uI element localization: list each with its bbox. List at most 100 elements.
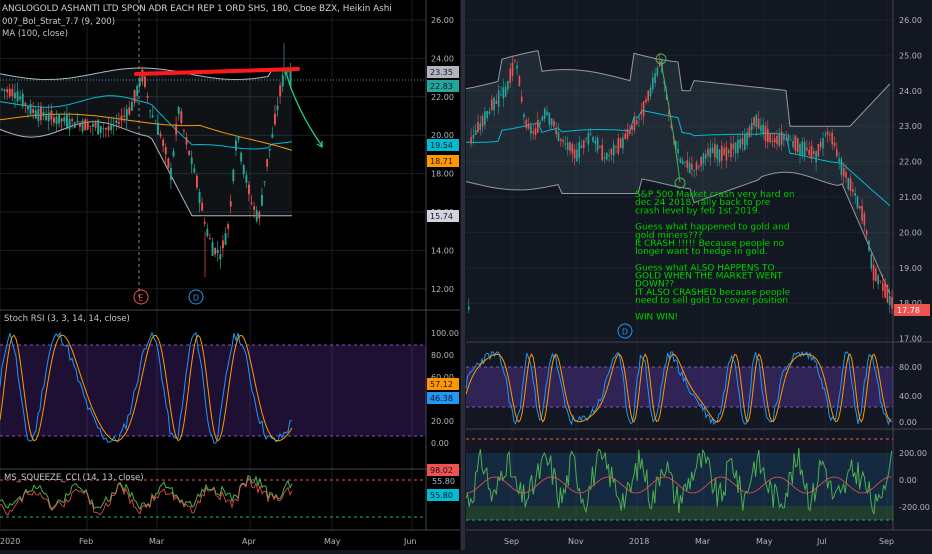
right-candle xyxy=(792,141,794,148)
right-candle xyxy=(468,306,470,310)
right-candle xyxy=(493,97,495,111)
right-candle xyxy=(847,177,850,190)
right-candle xyxy=(829,134,831,136)
right-candle xyxy=(654,73,656,83)
left-candle xyxy=(266,159,269,167)
dividend-marker-label: D xyxy=(193,294,199,303)
right-time-tick: Nov xyxy=(568,537,584,546)
right-candle xyxy=(875,268,877,281)
right-cci-tick: 200.00 xyxy=(899,449,927,458)
right-candle xyxy=(840,158,843,175)
right-candle xyxy=(520,96,523,102)
right-candle xyxy=(647,90,649,101)
annotation-line: longer want to hedge in gold. xyxy=(635,247,768,257)
left-candle xyxy=(34,110,37,119)
left-candle xyxy=(47,112,50,122)
left-candle xyxy=(183,130,185,132)
left-candle xyxy=(216,249,219,254)
left-stoch-tick: 80.00 xyxy=(431,351,454,360)
left-candle xyxy=(24,102,27,106)
left-candle xyxy=(55,116,58,124)
right-candle xyxy=(576,149,578,162)
left-price-badge: 23.35 xyxy=(430,68,453,77)
left-candle xyxy=(154,123,157,125)
right-candle xyxy=(594,140,597,144)
right-candle xyxy=(801,141,804,155)
right-candle xyxy=(514,59,516,61)
left-candle xyxy=(8,88,11,97)
right-candle xyxy=(872,264,875,281)
left-candle xyxy=(32,109,35,113)
stoch-rsi-label[interactable]: Stoch RSI (3, 3, 14, 14, close) xyxy=(4,314,130,324)
left-price-tick: 22.00 xyxy=(431,93,454,102)
right-candle xyxy=(794,135,797,151)
right-candle xyxy=(495,100,498,104)
left-candle xyxy=(45,115,48,121)
indicator-ma-label[interactable]: MA (100, close) xyxy=(2,29,68,39)
left-candle xyxy=(201,202,204,211)
left-candle xyxy=(279,85,282,97)
left-time-tick: May xyxy=(324,537,341,546)
right-candle xyxy=(479,123,482,130)
right-candle xyxy=(564,143,567,145)
left-candle xyxy=(27,106,29,110)
left-candle xyxy=(167,158,170,168)
right-candle xyxy=(638,118,640,120)
left-stoch-badge-k: 46.38 xyxy=(430,394,453,403)
right-candle xyxy=(810,145,813,159)
right-time-tick: May xyxy=(756,537,773,546)
right-candle xyxy=(753,116,755,126)
right-price-tick: 25.00 xyxy=(899,51,922,60)
indicator-bollinger-label[interactable]: 007_Bol_Strat_7.7 (9, 200) xyxy=(2,17,115,27)
chart-screenshot: E D D S&P 500 Market crash very hard on d… xyxy=(0,0,932,550)
left-stoch-badge-d: 57.12 xyxy=(430,380,453,389)
left-price-badge: 19.54 xyxy=(430,141,453,150)
left-candle xyxy=(206,228,209,237)
right-candle xyxy=(732,144,735,150)
right-candle xyxy=(721,145,723,161)
right-candle xyxy=(695,162,698,170)
left-candle xyxy=(63,117,66,122)
left-candle xyxy=(261,195,263,206)
right-candle xyxy=(707,149,709,156)
left-candle xyxy=(180,111,183,124)
left-candle xyxy=(40,106,42,121)
left-candle xyxy=(136,85,139,96)
left-price-tick: 26.00 xyxy=(431,16,454,25)
right-candle xyxy=(518,76,521,86)
right-candle xyxy=(562,139,564,143)
left-candle xyxy=(271,134,274,138)
right-candle xyxy=(603,157,606,159)
right-candle xyxy=(527,123,530,129)
right-candle xyxy=(693,169,695,171)
symbol-title[interactable]: ANGLOGOLD ASHANTI LTD SPON ADR EACH REP … xyxy=(2,4,392,14)
right-candle xyxy=(877,275,879,285)
right-candle xyxy=(859,206,861,209)
left-candle xyxy=(94,122,97,128)
right-cci-tick: -200.00 xyxy=(899,503,930,512)
right-candle xyxy=(785,138,787,140)
right-candle xyxy=(730,143,732,158)
right-candle xyxy=(817,144,820,157)
right-candle xyxy=(737,139,739,153)
left-candle xyxy=(248,184,250,195)
right-candle xyxy=(546,111,548,116)
left-stoch-tick: 20.00 xyxy=(431,417,454,426)
right-candle xyxy=(537,119,539,133)
right-price-tick: 24.00 xyxy=(899,87,922,96)
left-candle xyxy=(3,89,6,92)
right-candle xyxy=(831,132,833,145)
right-candle xyxy=(778,134,781,146)
left-candle xyxy=(71,119,74,121)
chart-canvas: E D D S&P 500 Market crash very hard on d… xyxy=(0,0,932,550)
right-candle xyxy=(472,134,475,139)
left-stoch-tick: 0.00 xyxy=(431,439,449,448)
right-candle xyxy=(700,156,702,167)
right-candle xyxy=(882,282,884,291)
left-candle xyxy=(115,120,118,123)
earnings-marker-label: E xyxy=(138,294,143,303)
right-candle xyxy=(500,94,502,96)
left-candle xyxy=(188,150,191,155)
left-candle xyxy=(164,146,167,155)
squeeze-cci-label[interactable]: MS_SQUEEZE_CCI (14, 13, close) xyxy=(4,473,144,483)
